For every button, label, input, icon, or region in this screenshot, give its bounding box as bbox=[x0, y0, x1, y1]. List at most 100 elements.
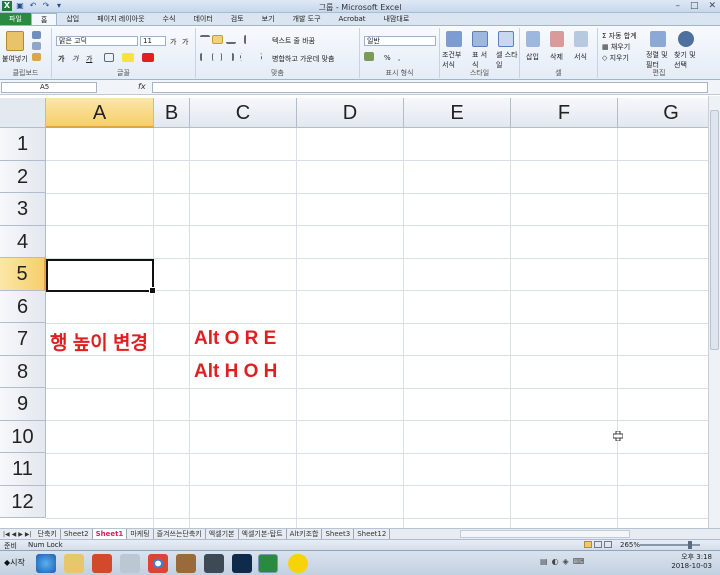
cell-styles-icon[interactable] bbox=[498, 31, 514, 47]
row-header-4[interactable]: 4 bbox=[0, 225, 46, 258]
minimize-icon[interactable]: – bbox=[675, 1, 680, 11]
accounting-icon[interactable] bbox=[364, 52, 374, 61]
sheet-tab-alt-combo[interactable]: Alt키조합 bbox=[287, 529, 323, 539]
zoom-slider[interactable] bbox=[640, 541, 700, 549]
wrap-text-button[interactable]: 텍스트 줄 바꿈 bbox=[272, 36, 315, 46]
autosum-button[interactable]: Σ 자동 합계 bbox=[602, 31, 637, 41]
align-bottom-icon[interactable] bbox=[226, 35, 236, 44]
border-icon[interactable] bbox=[104, 53, 114, 62]
tab-home[interactable]: 홈 bbox=[30, 13, 58, 25]
first-sheet-icon[interactable]: |◀ bbox=[3, 531, 10, 538]
format-cells-icon[interactable] bbox=[574, 31, 588, 47]
percent-button[interactable]: % bbox=[384, 54, 391, 62]
column-header-b[interactable]: B bbox=[154, 98, 190, 128]
tray-security-icon[interactable]: ◈ bbox=[563, 557, 569, 566]
page-break-view-icon[interactable] bbox=[604, 541, 612, 548]
fill-color-icon[interactable] bbox=[122, 53, 134, 62]
format-table-icon[interactable] bbox=[472, 31, 488, 47]
sheet-tab-sheet1[interactable]: Sheet1 bbox=[92, 529, 128, 539]
align-top-icon[interactable] bbox=[200, 35, 210, 44]
next-sheet-icon[interactable]: ▶ bbox=[18, 531, 23, 538]
row-header-9[interactable]: 9 bbox=[0, 388, 46, 421]
start-button[interactable]: ◆시작 bbox=[2, 554, 25, 572]
align-center-icon[interactable] bbox=[212, 53, 222, 61]
underline-button[interactable]: 가 bbox=[86, 54, 92, 64]
tab-review[interactable]: 검토 bbox=[222, 13, 253, 25]
tab-insert[interactable]: 삽입 bbox=[57, 13, 88, 25]
conditional-format-button[interactable]: 조건부 서식 bbox=[442, 50, 468, 70]
insert-cells-icon[interactable] bbox=[526, 31, 540, 47]
clear-button[interactable]: ◇ 지우기 bbox=[602, 53, 629, 63]
paste-icon[interactable] bbox=[6, 31, 24, 51]
delete-cells-icon[interactable] bbox=[550, 31, 564, 47]
row-header-7[interactable]: 7 bbox=[0, 323, 46, 356]
normal-view-icon[interactable] bbox=[584, 541, 592, 548]
vertical-scrollbar[interactable] bbox=[708, 96, 720, 528]
tab-developer[interactable]: 개발 도구 bbox=[284, 13, 330, 25]
tray-keyboard-icon[interactable]: ⌨ bbox=[573, 557, 585, 566]
ie-icon[interactable] bbox=[36, 554, 56, 573]
media-player-icon[interactable] bbox=[92, 554, 112, 573]
sheet-tab-sheet3[interactable]: Sheet3 bbox=[322, 529, 355, 539]
worksheet-grid[interactable]: A B C D E F G 1 2 3 4 5 6 7 8 9 10 11 12… bbox=[0, 98, 708, 528]
tab-data[interactable]: 데이터 bbox=[184, 13, 221, 25]
format-painter-icon[interactable] bbox=[32, 53, 41, 61]
maximize-icon[interactable]: □ bbox=[690, 1, 699, 11]
indent-decrease-icon[interactable] bbox=[240, 53, 250, 61]
tab-acrobat[interactable]: Acrobat bbox=[330, 13, 375, 25]
merge-center-button[interactable]: 병합하고 가운데 맞춤 bbox=[272, 54, 334, 64]
find-select-icon[interactable] bbox=[678, 31, 694, 47]
column-header-e[interactable]: E bbox=[404, 98, 511, 128]
horizontal-scrollbar[interactable] bbox=[460, 530, 630, 538]
row-header-6[interactable]: 6 bbox=[0, 290, 46, 323]
font-size-select[interactable]: 11 bbox=[140, 36, 166, 46]
fill-button[interactable]: ▦ 채우기 bbox=[602, 42, 630, 52]
cell-styles-button[interactable]: 셀 스타일 bbox=[496, 50, 518, 70]
row-header-10[interactable]: 10 bbox=[0, 420, 46, 453]
sheet-tab-basics-tips[interactable]: 엑셀기본-탑트 bbox=[239, 529, 287, 539]
font-family-select[interactable]: 맑은 고딕 bbox=[56, 36, 138, 46]
find-select-button[interactable]: 찾기 및 선택 bbox=[674, 50, 702, 70]
sheet-tab-marketing[interactable]: 마케팅 bbox=[127, 529, 154, 539]
align-middle-icon[interactable] bbox=[212, 35, 223, 44]
comma-button[interactable]: , bbox=[398, 54, 400, 62]
number-format-select[interactable]: 일반 bbox=[364, 36, 436, 46]
tab-view[interactable]: 보기 bbox=[253, 13, 284, 25]
tray-volume-icon[interactable]: ◐ bbox=[552, 557, 559, 566]
cut-icon[interactable] bbox=[32, 31, 41, 39]
column-header-f[interactable]: F bbox=[511, 98, 618, 128]
sheet-tab-shortcuts[interactable]: 단축키 bbox=[35, 529, 61, 539]
fx-icon[interactable]: fx bbox=[138, 82, 146, 91]
last-sheet-icon[interactable]: ▶| bbox=[25, 531, 32, 538]
row-header-2[interactable]: 2 bbox=[0, 160, 46, 193]
font-color-icon[interactable] bbox=[142, 53, 154, 62]
sheet-tab-basics[interactable]: 엑셀기본 bbox=[206, 529, 239, 539]
photoshop-icon[interactable] bbox=[232, 554, 252, 573]
name-box[interactable]: A5 bbox=[1, 82, 97, 93]
cell-c7[interactable]: Alt O R E bbox=[194, 328, 276, 350]
tab-custom[interactable]: 내맘대로 bbox=[375, 13, 419, 25]
sort-filter-button[interactable]: 정렬 및 필터 bbox=[646, 50, 672, 70]
sheet-tab-favorites[interactable]: 즐겨쓰는단축키 bbox=[154, 529, 206, 539]
page-layout-view-icon[interactable] bbox=[594, 541, 602, 548]
column-header-d[interactable]: D bbox=[297, 98, 404, 128]
indent-increase-icon[interactable] bbox=[252, 53, 262, 61]
row-header-8[interactable]: 8 bbox=[0, 355, 46, 388]
formula-input[interactable] bbox=[152, 82, 708, 93]
row-header-12[interactable]: 12 bbox=[0, 485, 46, 518]
copy-icon[interactable] bbox=[32, 42, 41, 50]
nox-icon[interactable] bbox=[204, 554, 224, 573]
shrink-font-button[interactable]: 가 bbox=[182, 37, 188, 47]
row-header-11[interactable]: 11 bbox=[0, 453, 46, 486]
row-header-1[interactable]: 1 bbox=[0, 128, 46, 161]
cell-c8[interactable]: Alt H O H bbox=[194, 361, 277, 383]
snipping-tool-icon[interactable] bbox=[120, 554, 140, 573]
kakaotalk-icon[interactable] bbox=[288, 554, 308, 573]
delete-cells-button[interactable]: 삭제 bbox=[550, 52, 563, 62]
format-table-button[interactable]: 표 서식 bbox=[472, 50, 492, 70]
sheet-tab-sheet2[interactable]: Sheet2 bbox=[61, 529, 93, 539]
zoom-level[interactable]: 265% bbox=[620, 541, 640, 549]
column-header-a[interactable]: A bbox=[46, 98, 154, 128]
active-cell-a5[interactable] bbox=[46, 259, 156, 294]
conditional-format-icon[interactable] bbox=[446, 31, 462, 47]
